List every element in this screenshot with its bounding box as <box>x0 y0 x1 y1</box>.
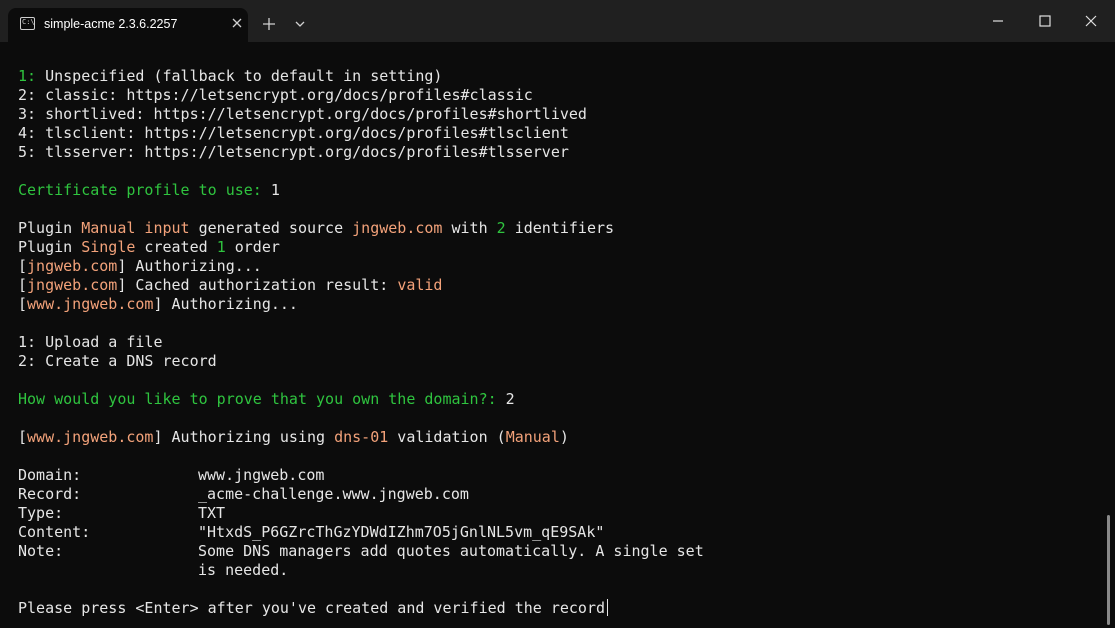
tab-title: simple-acme 2.3.6.2257 <box>44 17 178 31</box>
title-bar: C:\ simple-acme 2.3.6.2257 <box>0 0 1115 42</box>
log-line: [www.jngweb.com] Authorizing... <box>18 295 298 313</box>
profile-option: 4: tlsclient: https://letsencrypt.org/do… <box>18 124 569 142</box>
record-value: TXT <box>198 504 226 522</box>
profile-option: 3: shortlived: https://letsencrypt.org/d… <box>18 105 587 123</box>
close-window-icon[interactable] <box>1076 9 1106 33</box>
method-prompt: How would you like to prove that you own… <box>18 390 515 408</box>
terminal-icon: C:\ <box>20 17 35 30</box>
log-line: Plugin Manual input generated source jng… <box>18 219 615 237</box>
log-line: [jngweb.com] Authorizing... <box>18 257 262 275</box>
chevron-down-icon[interactable] <box>289 13 311 35</box>
record-value: Some DNS managers add quotes automatical… <box>198 542 704 560</box>
record-row: Record: <box>18 485 82 503</box>
terminal-output[interactable]: 1: Unspecified (fallback to default in s… <box>0 42 1115 628</box>
close-tab-icon[interactable] <box>230 16 244 30</box>
record-row: Type: <box>18 504 64 522</box>
record-value: www.jngweb.com <box>198 466 325 484</box>
new-tab-icon[interactable] <box>258 13 280 35</box>
log-line: Plugin Single created 1 order <box>18 238 280 256</box>
maximize-icon[interactable] <box>1030 9 1060 33</box>
scrollbar-thumb[interactable] <box>1107 515 1110 625</box>
profile-option: 1: Unspecified (fallback to default in s… <box>18 67 443 85</box>
method-option: 1: Upload a file <box>18 333 163 351</box>
record-row: Note: <box>18 542 64 560</box>
log-line: [www.jngweb.com] Authorizing using dns-0… <box>18 428 569 446</box>
record-value: _acme-challenge.www.jngweb.com <box>198 485 469 503</box>
profile-prompt: Certificate profile to use: 1 <box>18 181 280 199</box>
profile-option: 5: tlsserver: https://letsencrypt.org/do… <box>18 143 569 161</box>
enter-prompt: Please press <Enter> after you've create… <box>18 599 608 618</box>
text-cursor <box>607 599 608 616</box>
record-value: "HtxdS_P6GZrcThGzYDWdIZhm7O5jGnlNL5vm_qE… <box>198 523 605 541</box>
log-line: [jngweb.com] Cached authorization result… <box>18 276 443 294</box>
terminal-tab[interactable]: C:\ simple-acme 2.3.6.2257 <box>8 8 248 42</box>
method-option: 2: Create a DNS record <box>18 352 217 370</box>
minimize-icon[interactable] <box>983 9 1013 33</box>
record-row: Domain: <box>18 466 82 484</box>
profile-option: 2: classic: https://letsencrypt.org/docs… <box>18 86 533 104</box>
record-row: Content: <box>18 523 91 541</box>
record-value: is needed. <box>198 561 289 579</box>
